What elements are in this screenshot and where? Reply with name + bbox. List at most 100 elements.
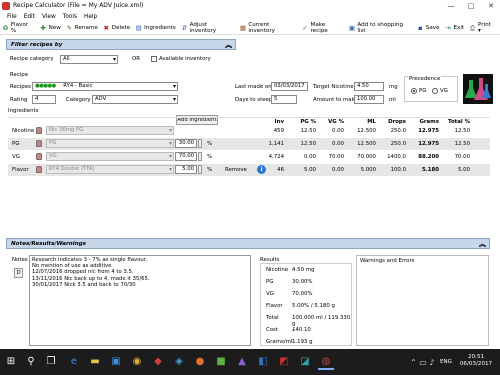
percent-spinner[interactable] <box>198 165 202 174</box>
ingredient-percent-field[interactable]: 30.00 <box>175 139 197 148</box>
ingredient-select[interactable]: RY4 Double (TFA) <box>46 165 174 174</box>
toolbar-save-button[interactable]: ▪ Save <box>417 22 439 35</box>
notes-textarea[interactable]: Research indicates 3 - 7% as single flav… <box>29 255 251 346</box>
target-nicotine-field[interactable]: 4.50 <box>354 82 384 91</box>
app-icon-1[interactable]: ◆ <box>150 354 166 370</box>
toolbar-flavor-button[interactable]: ❂ Flavor % <box>2 22 35 35</box>
recipe-category-label: Recipe category <box>10 56 54 62</box>
language-indicator[interactable]: ENG <box>440 359 452 365</box>
minimize-button[interactable]: — <box>444 1 458 11</box>
ingredient-percent-field[interactable]: 5.00 <box>175 165 197 174</box>
toolbar-rename-button[interactable]: ✎ Rename <box>66 22 98 35</box>
search-icon[interactable]: ⚲ <box>23 354 39 370</box>
recipe-app-icon[interactable]: ◍ <box>318 354 334 370</box>
make-recipe-icon: ✓ <box>302 23 308 32</box>
task-view-icon[interactable]: ❐ <box>43 354 59 370</box>
toolbar-new-button[interactable]: ✚ New <box>40 22 61 35</box>
toolbar-label: Rename <box>74 25 98 31</box>
app-icon <box>2 2 10 10</box>
clock[interactable]: 20:51 06/03/2017 <box>456 354 496 368</box>
rating-label: Rating <box>10 97 28 103</box>
lock-icon[interactable] <box>36 153 42 160</box>
edge-icon[interactable]: e <box>66 354 82 370</box>
amount-to-make-field[interactable]: 100.00 <box>354 95 384 104</box>
available-inventory-checkbox[interactable] <box>151 56 157 62</box>
result-label: PG <box>266 279 274 285</box>
remove-ingredient-link[interactable]: Remove <box>225 167 247 173</box>
lock-icon[interactable] <box>36 127 42 134</box>
notes-panel-header[interactable]: Notes/Results/Warnings ︽ <box>6 238 490 249</box>
category-select[interactable]: ADV <box>92 95 178 104</box>
recipe-select[interactable]: ●●●●● RY4 - Basic <box>32 82 178 91</box>
toolbar-make-recipe-button[interactable]: ✓ Make recipe <box>302 22 344 35</box>
percent-unit: % <box>207 167 213 173</box>
vg-radio[interactable] <box>432 88 438 94</box>
days-to-steep-stepper[interactable]: 5 <box>271 95 297 104</box>
app-icon-6[interactable]: ◧ <box>255 354 271 370</box>
toolbar-exit-button[interactable]: ⇥ Exit <box>445 22 464 35</box>
last-made-label: Last made on <box>235 84 272 90</box>
notes-panel-title: Notes/Results/Warnings <box>11 241 87 247</box>
ingredient-total-value: 12.50 <box>454 141 470 147</box>
result-label: Cost <box>266 327 278 333</box>
title-bar: Recipe Calculator (File = My ADV Juice.x… <box>0 0 500 12</box>
toolbar-delete-button[interactable]: ✖ Delete <box>103 22 131 35</box>
ingredient-select[interactable]: PG <box>46 139 174 148</box>
explorer-icon[interactable]: ▬ <box>87 354 103 370</box>
toolbar-ingredients-button[interactable]: ▤ Ingredients <box>135 22 176 35</box>
toolbar-print-button[interactable]: ⎙ Print ▾ <box>469 22 495 35</box>
filter-panel-header[interactable]: Filter recipes by ︽ <box>6 39 236 50</box>
menu-file[interactable]: File <box>7 12 17 22</box>
maximize-button[interactable]: □ <box>464 1 478 11</box>
date-stamp-button[interactable]: D <box>14 268 23 278</box>
ingredient-select[interactable]: Nic 36mg PG <box>46 126 174 135</box>
app-icon-4[interactable]: ■ <box>213 354 229 370</box>
window-title: Recipe Calculator (File = My ADV Juice.x… <box>13 2 144 9</box>
ingredient-total-value: 5.00 <box>457 167 470 173</box>
collapse-icon[interactable]: ︽ <box>225 40 232 50</box>
toolbar-label: Flavor % <box>10 22 29 34</box>
last-made-field[interactable]: 03/03/2017 <box>271 82 308 91</box>
app-icon-5[interactable]: ▲ <box>234 354 250 370</box>
pg-radio[interactable] <box>411 88 417 94</box>
chrome-icon[interactable]: ◉ <box>129 354 145 370</box>
toolbar-inventory-button[interactable]: ▦ Current inventory <box>239 22 296 35</box>
app-icon-7[interactable]: ◩ <box>276 354 292 370</box>
toolbar-label: Print ▾ <box>477 22 491 34</box>
save-icon: ▪ <box>418 23 423 32</box>
collapse-notes-icon[interactable]: ︽ <box>479 239 486 249</box>
menu-edit[interactable]: Edit <box>24 12 35 22</box>
toolbar-shopping-list-button[interactable]: ▣ Add to shopping list <box>349 22 412 35</box>
app-icon-8[interactable]: ◪ <box>297 354 313 370</box>
app-icon-3[interactable]: ● <box>192 354 208 370</box>
toolbar-label: Adjust inventory <box>189 22 217 34</box>
recipe-category-select[interactable]: All <box>60 55 118 64</box>
ingredient-select[interactable]: VG <box>46 152 174 161</box>
ingredient-type-label: PG <box>12 141 20 147</box>
menu-tools[interactable]: Tools <box>63 12 77 22</box>
lock-icon[interactable] <box>36 140 42 147</box>
toolbar-adjust-button[interactable]: ⇵ Adjust inventory <box>181 22 235 35</box>
ingredient-row: VGVG70.00%4,7240.0070.0070.0001400.088.2… <box>8 151 490 163</box>
menu-view[interactable]: View <box>42 12 56 22</box>
toolbar-label: Make recipe <box>310 22 328 34</box>
percent-spinner[interactable] <box>198 152 202 161</box>
menu-help[interactable]: Help <box>84 12 97 22</box>
tray-icons[interactable]: ⌃ ▭ ♪ <box>410 358 434 367</box>
ingredient-inv-value: 4,724 <box>268 154 284 160</box>
result-label: Grams/ml <box>266 339 293 345</box>
rating-stepper[interactable]: 4 <box>32 95 56 104</box>
clock-date: 06/03/2017 <box>459 361 493 367</box>
ingredient-pg-value: 12.50 <box>300 141 316 147</box>
close-button[interactable]: ✕ <box>484 1 498 11</box>
rename-icon: ✎ <box>66 23 73 32</box>
ingredient-percent-field[interactable]: 70.00 <box>175 152 197 161</box>
start-button[interactable]: ⊞ <box>3 354 19 370</box>
ingredient-ml-value: 12.500 <box>357 128 376 134</box>
lock-icon[interactable] <box>36 166 42 173</box>
toolbar-label: New <box>48 25 61 31</box>
percent-spinner[interactable] <box>198 139 202 148</box>
store-icon[interactable]: ▣ <box>108 354 124 370</box>
pg-radio-label: PG <box>419 88 427 94</box>
app-icon-2[interactable]: ◈ <box>171 354 187 370</box>
